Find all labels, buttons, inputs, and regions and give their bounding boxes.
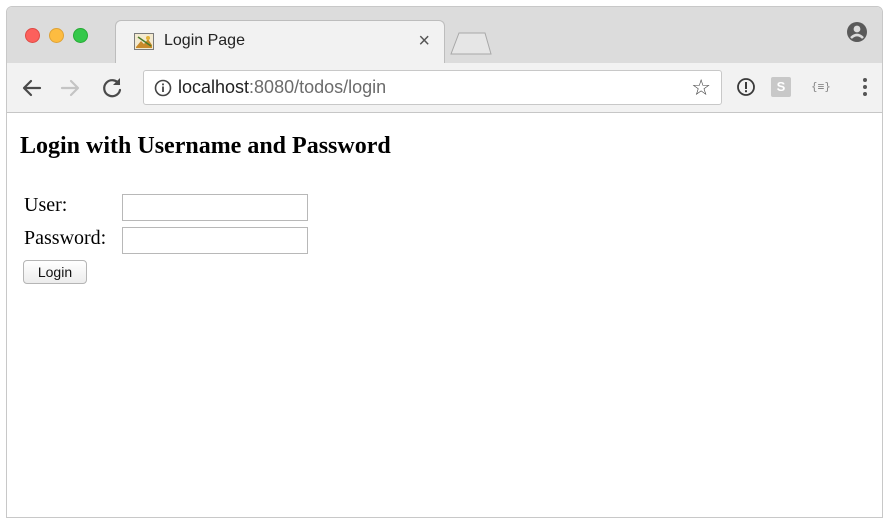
extension-s-icon[interactable]: S	[771, 77, 791, 97]
url-path: :8080/todos/login	[249, 77, 387, 97]
profile-icon[interactable]	[846, 21, 868, 43]
back-arrow-icon[interactable]	[19, 75, 45, 101]
broken-image-icon	[134, 33, 154, 50]
url-text: localhost:8080/todos/login	[178, 77, 386, 98]
page-title: Login with Username and Password	[20, 133, 391, 159]
user-label: User:	[24, 194, 68, 216]
password-input[interactable]	[122, 227, 308, 254]
extension-json-icon[interactable]: {≡}	[811, 80, 831, 93]
browser-toolbar: localhost:8080/todos/login ☆ S {≡}	[7, 63, 882, 113]
tab-strip: Login Page ×	[7, 7, 882, 63]
minimize-window-button[interactable]	[49, 28, 64, 43]
extension-info-icon[interactable]	[736, 77, 756, 97]
reload-icon[interactable]	[99, 75, 125, 101]
tab-title: Login Page	[164, 32, 245, 49]
tab-close-icon[interactable]: ×	[418, 29, 430, 53]
maximize-window-button[interactable]	[73, 28, 88, 43]
address-bar[interactable]: localhost:8080/todos/login ☆	[143, 70, 722, 105]
new-tab-button[interactable]	[447, 31, 493, 55]
info-icon[interactable]	[154, 79, 172, 97]
menu-icon[interactable]	[862, 78, 868, 98]
password-label: Password:	[24, 227, 107, 249]
tab-login-page[interactable]: Login Page ×	[115, 20, 445, 63]
close-window-button[interactable]	[25, 28, 40, 43]
forward-arrow-icon[interactable]	[57, 75, 83, 101]
browser-window: Login Page × localhost:8080/todos/login …	[6, 6, 883, 518]
login-button[interactable]: Login	[23, 260, 87, 284]
user-input[interactable]	[122, 194, 308, 221]
star-icon[interactable]: ☆	[691, 76, 711, 100]
url-host: localhost	[178, 77, 250, 97]
page-content: Login with Username and Password User: P…	[7, 114, 882, 517]
